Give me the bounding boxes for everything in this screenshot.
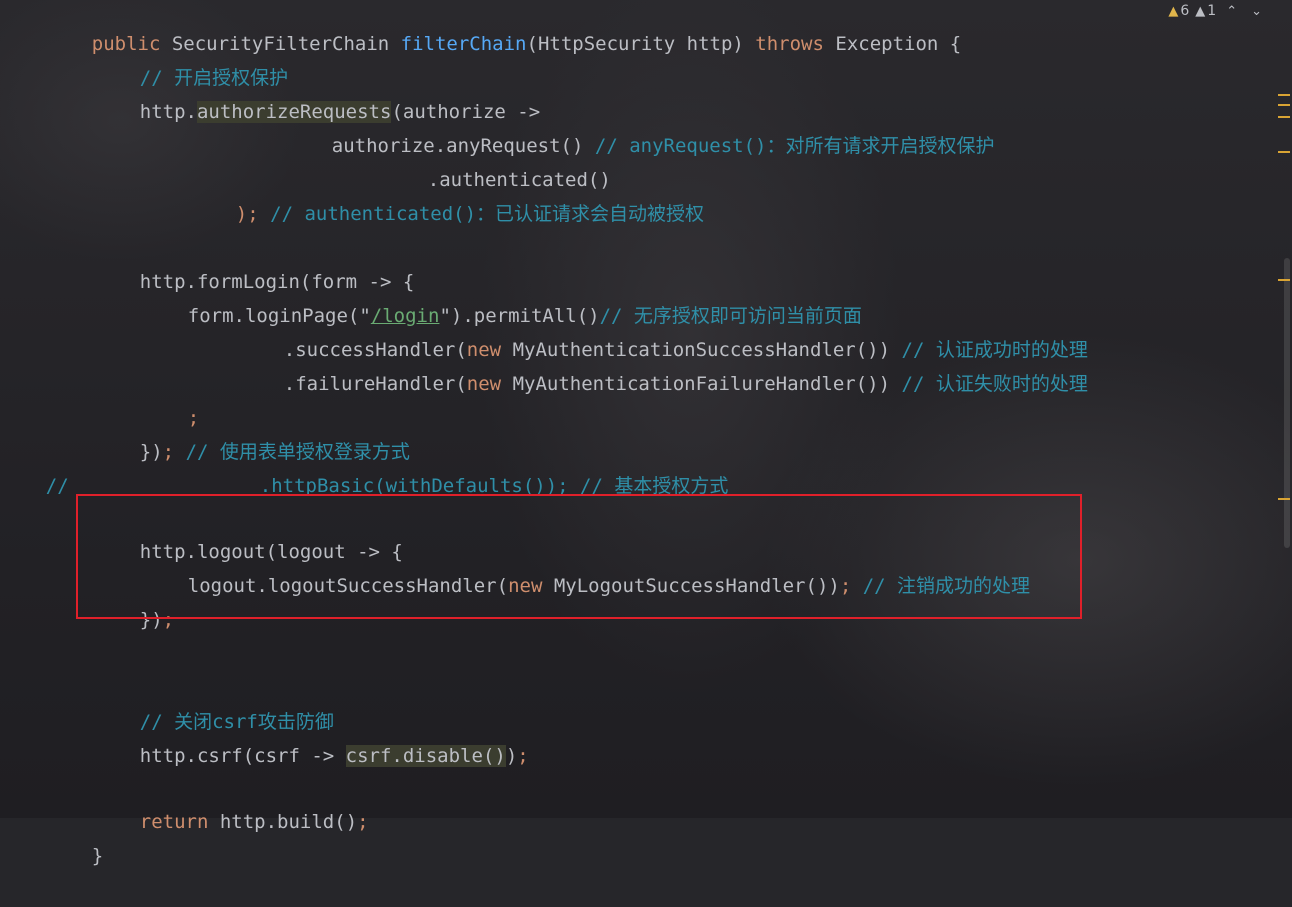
code-line: // 关闭csrf攻击防御	[139, 711, 334, 733]
code-line: form.loginPage("/login").permitAll()// 无…	[187, 305, 862, 327]
chevron-up-icon[interactable]: ⌃	[1222, 4, 1241, 19]
code-line: .successHandler(new MyAuthenticationSucc…	[283, 339, 1088, 361]
code-line: http.csrf(csrf -> csrf.disable());	[139, 745, 529, 767]
code-line: ;	[187, 407, 200, 429]
highlight-box	[76, 494, 1082, 619]
warning-count[interactable]: ▲ 6	[1168, 3, 1189, 19]
code-line: ); // authenticated()：已认证请求会自动被授权	[235, 203, 705, 225]
code-line: }); // 使用表单授权登录方式	[139, 441, 410, 463]
warning-icon: ▲	[1168, 3, 1179, 19]
code-line: return http.build();	[139, 811, 369, 833]
warning-mark[interactable]	[1278, 279, 1290, 281]
weak-warning-icon: ▲	[1195, 3, 1206, 19]
error-stripe[interactable]	[1278, 0, 1292, 818]
scrollbar-thumb[interactable]	[1284, 258, 1290, 548]
code-line: .authenticated()	[427, 169, 611, 191]
code-line: .failureHandler(new MyAuthenticationFail…	[283, 373, 1088, 395]
code-line: .httpBasic(withDefaults()); // 基本授权方式	[259, 475, 729, 497]
code-line: //	[45, 475, 69, 497]
code-line: public SecurityFilterChain filterChain(H…	[91, 33, 962, 55]
code-line: authorize.anyRequest() // anyRequest()：对…	[331, 135, 995, 157]
warning-mark[interactable]	[1278, 116, 1290, 118]
code-line: // 开启授权保护	[139, 67, 289, 89]
inspection-indicators[interactable]: ▲ 6 ▲ 1 ⌃ ⌄	[1168, 0, 1266, 22]
warning-mark[interactable]	[1278, 151, 1290, 153]
code-line: http.authorizeRequests(authorize ->	[139, 101, 541, 123]
weak-warning-count[interactable]: ▲ 1	[1195, 3, 1216, 19]
warning-mark[interactable]	[1278, 498, 1290, 500]
chevron-down-icon[interactable]: ⌄	[1247, 4, 1266, 19]
code-line: }	[91, 845, 104, 867]
warning-mark[interactable]	[1278, 104, 1290, 106]
code-line: http.formLogin(form -> {	[139, 271, 415, 293]
warning-mark[interactable]	[1278, 94, 1290, 96]
